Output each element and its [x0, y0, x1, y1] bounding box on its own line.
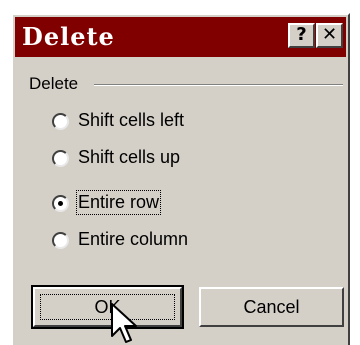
option-label: Entire row — [75, 190, 162, 215]
close-button[interactable]: ✕ — [316, 23, 343, 48]
help-icon: ? — [296, 24, 307, 45]
delete-dialog: Delete ? ✕ Delete Shift cells left Shift… — [11, 13, 350, 345]
dialog-title: Delete — [22, 22, 115, 51]
group-label: Delete — [29, 74, 79, 93]
group-divider — [94, 84, 343, 86]
radio-button-icon[interactable] — [52, 150, 69, 167]
mouse-cursor-icon — [111, 303, 137, 343]
option-label: Entire column — [78, 229, 189, 249]
radio-button-icon[interactable] — [52, 195, 69, 212]
radio-button-icon[interactable] — [52, 232, 69, 249]
option-label: Shift cells up — [78, 147, 181, 167]
cancel-button[interactable]: Cancel — [199, 287, 344, 327]
radio-button-icon[interactable] — [52, 113, 69, 130]
option-label: Shift cells left — [78, 110, 185, 130]
cancel-label: Cancel — [243, 297, 300, 317]
ok-button[interactable]: OK — [31, 285, 184, 329]
help-button[interactable]: ? — [288, 23, 315, 48]
close-icon: ✕ — [321, 24, 338, 45]
title-bar: Delete ? ✕ — [15, 17, 346, 57]
